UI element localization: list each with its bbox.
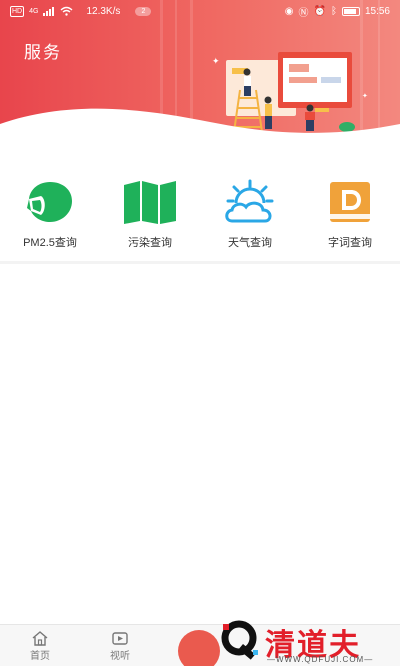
signal-icon <box>43 6 55 16</box>
service-dictionary[interactable]: 字词查询 <box>300 178 400 258</box>
nav-home-label: 首页 <box>30 650 50 662</box>
weather-icon <box>222 178 278 226</box>
center-action-button[interactable] <box>178 630 220 666</box>
service-label: 字词查询 <box>328 237 372 249</box>
network-type: 4G <box>29 7 39 15</box>
nav-home[interactable]: 首页 <box>0 625 80 666</box>
nfc-icon: Ⓝ <box>298 7 309 19</box>
page-title: 服务 <box>24 43 62 62</box>
nav-media-label: 视听 <box>110 650 130 662</box>
video-icon <box>112 631 128 645</box>
service-label: PM2.5查询 <box>23 237 77 249</box>
service-label: 天气查询 <box>228 237 272 249</box>
battery-icon <box>341 6 360 16</box>
hd-badge: HD <box>10 5 25 17</box>
wifi-icon <box>60 6 73 16</box>
map-icon <box>122 178 178 226</box>
service-pollution[interactable]: 污染查询 <box>100 178 200 258</box>
nav-media[interactable]: 视听 <box>80 625 160 666</box>
dictionary-icon <box>322 178 378 226</box>
clock: 15:56 <box>364 5 390 17</box>
eye-icon: ◉ <box>284 5 294 17</box>
network-speed: 12.3K/s <box>86 5 121 17</box>
alarm-icon: ⏰ <box>313 5 326 17</box>
notification-bubble: 2 <box>135 6 152 16</box>
service-pm25[interactable]: PM2.5查询 <box>0 178 100 258</box>
mask-icon <box>22 178 78 226</box>
section-divider <box>0 261 400 264</box>
service-label: 污染查询 <box>128 237 172 249</box>
header-wave <box>0 108 400 150</box>
home-icon <box>32 630 48 646</box>
service-grid: PM2.5查询 污染查询 天气查询 字词查询 <box>0 178 400 258</box>
service-weather[interactable]: 天气查询 <box>200 178 300 258</box>
bluetooth-icon: ᛒ <box>330 5 337 17</box>
watermark: 清道夫 —WWW.QDFUJI.COM— <box>215 616 400 666</box>
status-bar: HD 4G 12.3K/s 2 ◉ Ⓝ ⏰ ᛒ 15:56 <box>0 0 400 22</box>
header-banner: ✦ ✦ HD 4G 12.3K/s 2 ◉ Ⓝ ⏰ ᛒ 15:56 服务 <box>0 0 400 150</box>
watermark-logo <box>221 620 258 660</box>
watermark-url: —WWW.QDFUJI.COM— <box>267 655 374 664</box>
